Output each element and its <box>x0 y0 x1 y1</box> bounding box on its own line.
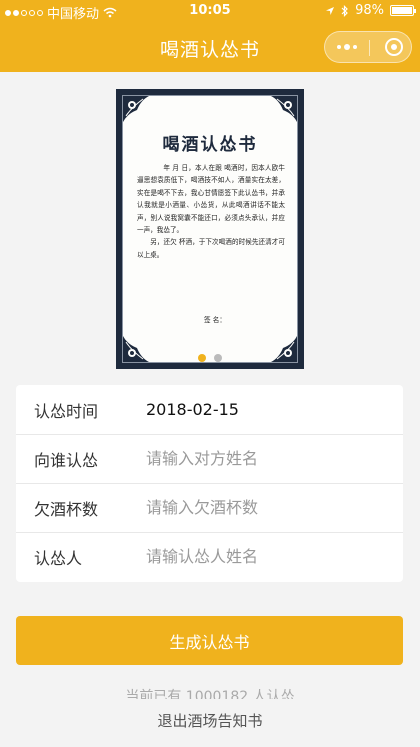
page-indicator <box>123 354 297 362</box>
capsule-divider <box>369 40 370 56</box>
signer-row: 认怂人 <box>16 532 403 581</box>
navigation-bar: 喝酒认怂书 <box>0 22 420 72</box>
certificate-body: 年 月 日，本人在跟 喝酒时，因本人欧牛逼思想袁质低下，喝酒技不如人，酒量实在太… <box>137 162 285 261</box>
exit-notice-link[interactable]: 退出酒场告知书 <box>0 710 420 731</box>
battery-icon <box>390 5 416 16</box>
close-mini-program-icon[interactable] <box>385 38 403 56</box>
certificate-paragraph-1: 年 月 日，本人在跟 喝酒时，因本人欧牛逼思想袁质低下，喝酒技不如人，酒量实在太… <box>137 164 285 235</box>
signer-label: 认怂人 <box>34 548 83 568</box>
more-options-icon[interactable] <box>337 44 357 50</box>
owed-cups-input[interactable] <box>146 498 386 517</box>
recipient-label: 向谁认怂 <box>34 450 99 470</box>
certificate-form: 认怂时间 2018-02-15 向谁认怂 欠酒杯数 认怂人 <box>16 385 403 582</box>
certificate-preview[interactable]: 喝酒认怂书 年 月 日，本人在跟 喝酒时，因本人欧牛逼思想袁质低下，喝酒技不如人… <box>116 89 304 369</box>
recipient-name-input[interactable] <box>146 449 386 468</box>
page-dot[interactable] <box>198 354 206 362</box>
certificate-paragraph-2: 另，还欠 杯酒，于下次喝酒的时候先还清才可以上桌。 <box>137 238 285 259</box>
user-count-text: 当前已有 1000182 人认怂 <box>125 689 295 699</box>
battery-percent: 98% <box>355 3 384 18</box>
row-divider <box>16 483 403 484</box>
certificate-signature-label: 签 名： <box>204 316 226 324</box>
mini-program-capsule <box>324 31 412 63</box>
recipient-row: 向谁认怂 <box>16 434 403 483</box>
ornament-corner-icon <box>123 96 149 122</box>
bluetooth-icon <box>341 4 348 17</box>
row-divider <box>16 532 403 533</box>
page-dot[interactable] <box>214 354 222 362</box>
row-divider <box>16 434 403 435</box>
certificate-title: 喝酒认怂书 <box>162 135 258 155</box>
cups-row: 欠酒杯数 <box>16 483 403 532</box>
ornament-corner-icon <box>271 96 297 122</box>
certificate-paper: 喝酒认怂书 年 月 日，本人在跟 喝酒时，因本人欧牛逼思想袁质低下，喝酒技不如人… <box>122 95 298 363</box>
date-picker-value[interactable]: 2018-02-15 <box>146 400 239 419</box>
signer-name-input[interactable] <box>146 547 386 566</box>
status-right: 98% <box>325 3 416 18</box>
date-row[interactable]: 认怂时间 2018-02-15 <box>16 385 403 434</box>
location-arrow-icon <box>326 6 335 15</box>
status-bar: 中国移动 10:05 98% <box>0 0 420 22</box>
cups-label: 欠酒杯数 <box>34 499 99 519</box>
date-label: 认怂时间 <box>34 401 99 421</box>
generate-certificate-button[interactable]: 生成认怂书 <box>16 616 403 665</box>
